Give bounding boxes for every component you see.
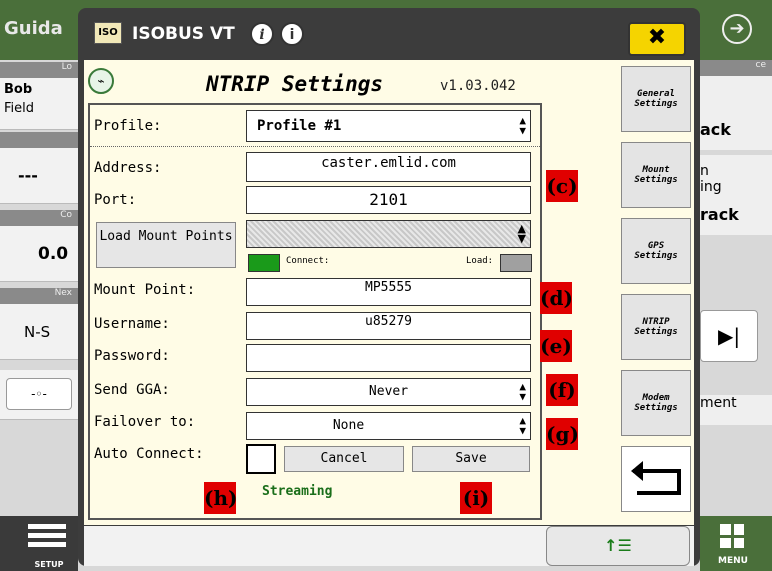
- menu-label: MENU: [718, 556, 748, 566]
- tab-general-settings[interactable]: General Settings: [621, 66, 691, 132]
- port-label: Port:: [94, 192, 137, 208]
- background-right-panel: ce: [700, 60, 772, 110]
- mount-point-field[interactable]: MP5555: [246, 278, 531, 306]
- up-down-arrow-icon: ▲ ▼: [519, 380, 526, 403]
- background-title: Guida: [4, 18, 63, 39]
- right-panel-item: n ing: [700, 155, 772, 205]
- dialog-title: ISOBUS VT: [132, 24, 235, 44]
- auto-connect-label: Auto Connect:: [94, 446, 204, 462]
- background-panel-value: N-S: [0, 304, 78, 360]
- password-label: Password:: [94, 348, 170, 364]
- info-icon[interactable]: i: [250, 22, 274, 46]
- background-panel-header: Co: [0, 210, 78, 226]
- tab-gps-settings[interactable]: GPS Settings: [621, 218, 691, 284]
- load-indicator: [500, 254, 532, 272]
- failover-value: None: [332, 418, 365, 433]
- load-mount-points-button[interactable]: Load Mount Points: [96, 222, 236, 268]
- next-track-button[interactable]: ▶|: [700, 310, 758, 362]
- right-panel-header: ce: [700, 60, 772, 76]
- forward-arrow-icon[interactable]: ➔: [722, 14, 752, 44]
- return-arrow-icon: [631, 461, 681, 495]
- operator-name: Bob: [4, 82, 33, 97]
- profile-select[interactable]: Profile #1 ▲ ▼: [246, 110, 531, 142]
- sort-list-icon: ↑☰: [604, 536, 632, 555]
- sort-button[interactable]: ↑☰: [546, 526, 690, 566]
- up-down-arrow-icon: ▲ ▼: [519, 114, 526, 137]
- failover-select[interactable]: None ▲ ▼: [246, 412, 531, 440]
- annotation-tag-c: (c): [546, 170, 578, 202]
- tab-modem-settings[interactable]: Modem Settings: [621, 370, 691, 436]
- right-panel-item[interactable]: ack: [700, 110, 772, 150]
- save-button[interactable]: Save: [412, 446, 530, 472]
- background-panel-value: ---: [0, 148, 78, 204]
- right-panel-text: ing: [700, 179, 722, 195]
- back-button[interactable]: [621, 446, 691, 512]
- annotation-tag-e: (e): [540, 330, 572, 362]
- background-panel-header: Lo: [0, 62, 78, 78]
- divider: [90, 146, 540, 147]
- annotation-tag-i: (i): [460, 482, 492, 514]
- background-panel-button[interactable]: -◦-: [0, 370, 78, 420]
- right-panel-text: rack: [700, 205, 772, 235]
- version-label: v1.03.042: [440, 78, 516, 94]
- up-down-arrow-icon: ▲ ▼: [519, 414, 526, 437]
- tab-mount-settings[interactable]: Mount Settings: [621, 142, 691, 208]
- background-panel-header: [0, 132, 78, 148]
- menu-button[interactable]: MENU: [700, 516, 772, 571]
- username-field[interactable]: u85279: [246, 312, 531, 340]
- up-down-arrow-icon: ▲ ▼: [517, 222, 526, 245]
- page-title: NTRIP Settings: [206, 72, 384, 96]
- annotation-tag-f: (f): [546, 374, 578, 406]
- connect-indicator: [248, 254, 280, 272]
- port-field[interactable]: 2101: [246, 186, 531, 214]
- background-panel-operator: Bob Field: [0, 78, 78, 130]
- address-label: Address:: [94, 160, 162, 176]
- username-label: Username:: [94, 316, 170, 332]
- address-field[interactable]: caster.emlid.com: [246, 152, 531, 182]
- cancel-button[interactable]: Cancel: [284, 446, 404, 472]
- annotation-tag-h: (h): [204, 482, 237, 514]
- send-gga-select[interactable]: Never ▲ ▼: [246, 378, 531, 406]
- failover-label: Failover to:: [94, 414, 196, 430]
- implement-icon: -◦-: [6, 378, 72, 410]
- profile-value: Profile #1: [257, 118, 342, 134]
- list-icon: [28, 524, 66, 550]
- grid-icon: [720, 524, 744, 548]
- load-label: Load:: [466, 256, 494, 266]
- password-field[interactable]: [246, 344, 531, 372]
- right-panel-text: ment: [700, 395, 772, 425]
- annotation-tag-d: (d): [540, 282, 573, 314]
- info-icon[interactable]: i: [280, 22, 304, 46]
- setup-button[interactable]: SETUP: [0, 516, 78, 571]
- annotation-tag-g: (g): [546, 418, 579, 450]
- profile-label: Profile:: [94, 118, 162, 134]
- iso-logo: ISO: [94, 22, 122, 44]
- background-panel-value: 0.0: [0, 226, 78, 282]
- connection-status: Streaming: [262, 484, 333, 499]
- field-name: Field: [4, 101, 35, 116]
- mount-points-select[interactable]: ▲ ▼: [246, 220, 531, 248]
- tab-ntrip-settings[interactable]: NTRIP Settings: [621, 294, 691, 360]
- send-gga-label: Send GGA:: [94, 382, 170, 398]
- background-panel-header: Nex: [0, 288, 78, 304]
- mount-point-label: Mount Point:: [94, 282, 196, 298]
- auto-connect-checkbox[interactable]: [246, 444, 276, 474]
- close-button[interactable]: ✖: [628, 22, 686, 56]
- send-gga-value: Never: [368, 384, 409, 399]
- setup-label: SETUP: [34, 560, 64, 569]
- connect-label: Connect:: [286, 256, 330, 266]
- right-panel-text: n: [700, 163, 709, 179]
- satellite-icon: ⌁: [88, 68, 114, 94]
